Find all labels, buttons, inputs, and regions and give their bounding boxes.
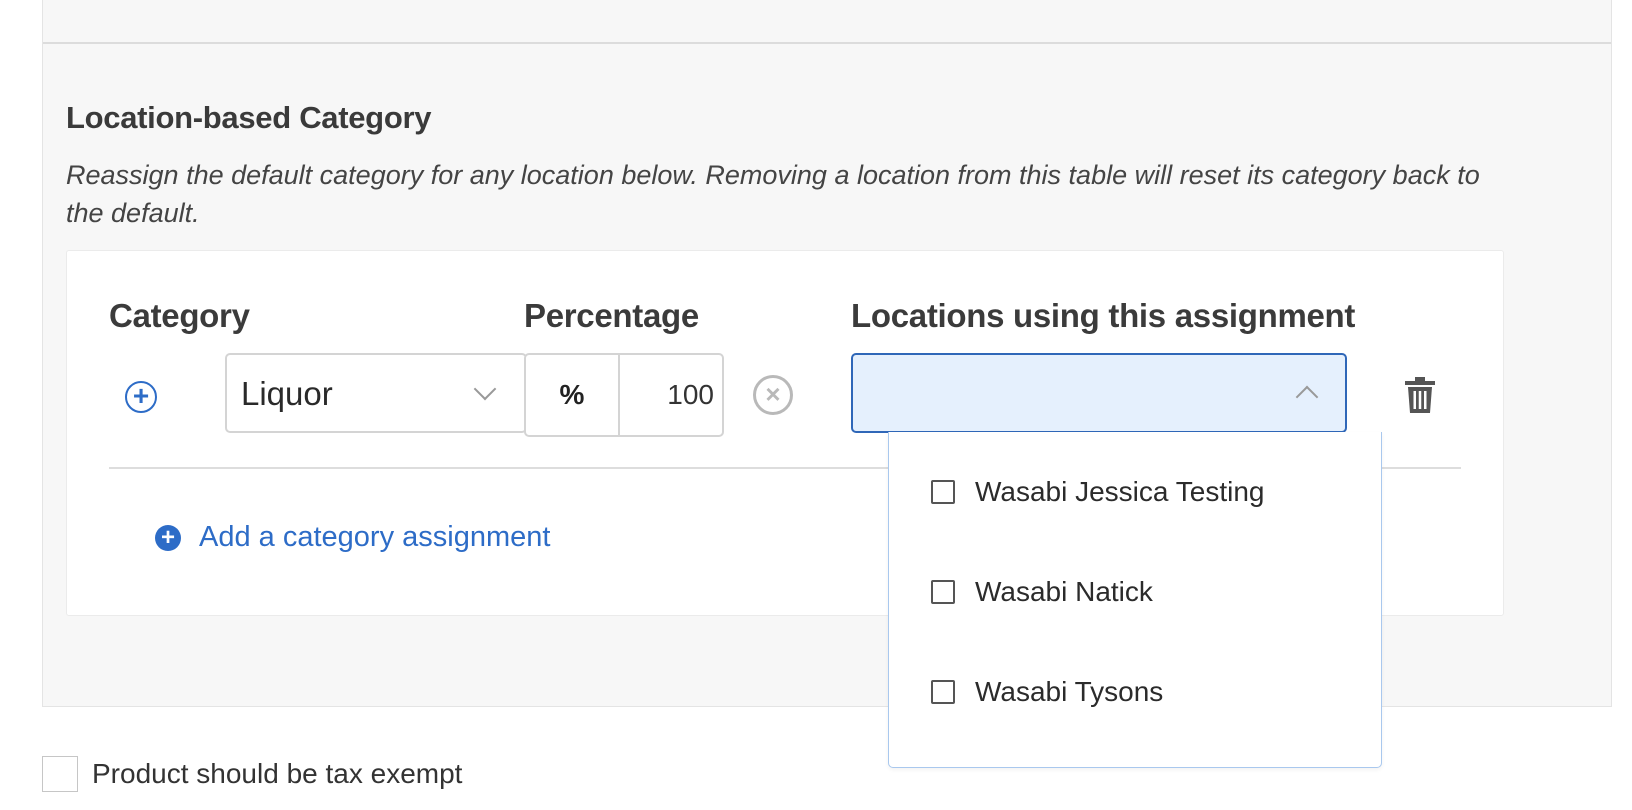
percentage-input[interactable]: 100 [622, 355, 714, 435]
clear-percentage-icon[interactable]: × [753, 375, 793, 415]
chevron-down-icon [473, 377, 497, 401]
add-category-assignment-button[interactable]: + Add a category assignment [155, 521, 550, 554]
panel-divider [43, 42, 1611, 44]
chevron-up-icon [1295, 385, 1319, 409]
option-checkbox[interactable] [931, 480, 955, 504]
percentage-field: % 100 [524, 353, 724, 437]
category-select[interactable]: Liquor [225, 353, 527, 433]
trash-icon[interactable] [1405, 377, 1435, 413]
percent-symbol: % [526, 355, 620, 435]
add-category-assignment-label: Add a category assignment [199, 521, 551, 553]
locations-select[interactable] [851, 353, 1347, 433]
option-label: Wasabi Jessica Testing [975, 476, 1265, 507]
location-option[interactable]: Wasabi Tysons [931, 676, 1163, 708]
section-description: Reassign the default category for any lo… [66, 160, 1480, 228]
option-label: Wasabi Tysons [975, 676, 1164, 707]
locations-dropdown-menu: Wasabi Jessica Testing Wasabi Natick Was… [888, 432, 1382, 768]
locations-header: Locations using this assignment [851, 297, 1356, 334]
location-option[interactable]: Wasabi Jessica Testing [931, 476, 1264, 508]
option-checkbox[interactable] [931, 580, 955, 604]
section-title: Location-based Category [66, 100, 432, 135]
option-checkbox[interactable] [931, 680, 955, 704]
option-label: Wasabi Natick [975, 576, 1153, 607]
location-option[interactable]: Wasabi Natick [931, 576, 1153, 608]
category-header: Category [109, 297, 250, 334]
tax-exempt-label: Product should be tax exempt [92, 758, 463, 789]
tax-exempt-checkbox[interactable] [42, 756, 78, 792]
add-row-icon[interactable]: + [125, 381, 157, 413]
tax-exempt-row: Product should be tax exempt [42, 756, 462, 792]
plus-circle-icon: + [155, 524, 181, 551]
category-select-value: Liquor [241, 375, 333, 412]
percentage-header: Percentage [524, 297, 699, 334]
